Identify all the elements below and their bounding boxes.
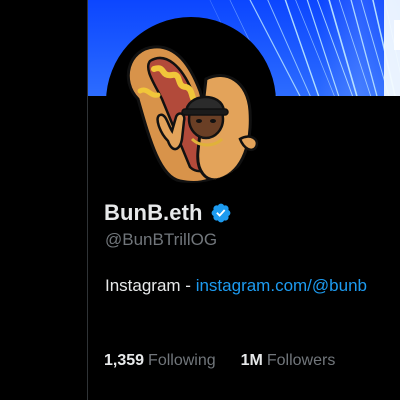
display-name: BunB.eth xyxy=(104,200,203,225)
bio-text: Instagram - xyxy=(105,276,196,295)
following-count: 1,359 xyxy=(104,352,145,369)
display-name-row: BunB.eth xyxy=(104,199,232,227)
followers-label: Followers xyxy=(266,352,336,369)
following-label: Following xyxy=(148,352,216,369)
profile-handle: @BunBTrillOG xyxy=(105,230,218,249)
profile-stats: 1,359 Following 1M Followers xyxy=(104,351,335,371)
profile-bio: Instagram - instagram.com/@bunb xyxy=(105,275,367,297)
followers-stat[interactable]: 1M Followers xyxy=(241,351,336,371)
profile-page: BunB.eth @BunBTrillOG Instagram - instag… xyxy=(0,0,400,400)
followers-count: 1M xyxy=(240,352,263,369)
left-navigation-rail xyxy=(0,0,88,400)
profile-avatar[interactable] xyxy=(106,17,276,187)
hotdog-character-avatar xyxy=(110,21,272,183)
bio-instagram-link[interactable]: instagram.com/@bunb xyxy=(196,276,367,295)
following-stat[interactable]: 1,359 Following xyxy=(104,351,216,371)
verified-badge-icon[interactable] xyxy=(210,202,232,224)
